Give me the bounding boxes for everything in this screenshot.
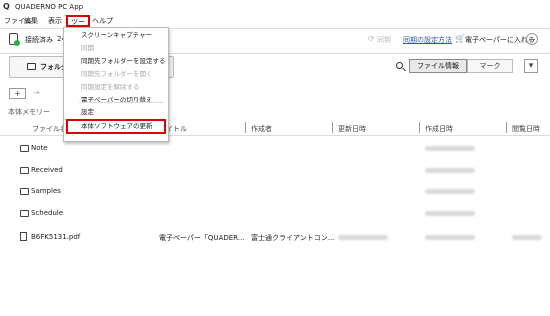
connection-status: 接続済み	[25, 36, 53, 44]
list-item[interactable]: Note	[31, 144, 48, 152]
menu-item-open-sync-folder[interactable]: 同期先フォルダーを開く	[81, 70, 153, 78]
column-created[interactable]: 作成日時	[425, 124, 453, 134]
minus-circle-icon[interactable]	[526, 33, 538, 45]
filter-icon[interactable]: ▾	[524, 59, 538, 73]
blurred-date	[425, 235, 475, 240]
menu-item-set-sync-folder[interactable]: 同期先フォルダーを設定する	[81, 57, 166, 65]
sync-settings-link[interactable]: 同期の設定方法	[403, 35, 452, 45]
sync-icon: ⟳	[368, 34, 375, 43]
blurred-date	[425, 189, 475, 194]
row-author: 富士通クライアントコン...	[251, 234, 335, 242]
folder-icon	[20, 210, 29, 217]
folder-icon	[27, 63, 36, 70]
window-title: QUADERNO PC App	[15, 3, 84, 11]
menu-item-sync[interactable]: 同期	[81, 44, 94, 52]
menu-item-settings[interactable]: 設定	[81, 108, 94, 116]
search-icon[interactable]	[396, 62, 406, 72]
sync-button[interactable]: 同期	[377, 35, 391, 45]
tab-mark[interactable]: マーク	[467, 59, 513, 73]
menu-help[interactable]: ヘルプ	[92, 16, 113, 26]
app-logo-icon: Q	[3, 2, 10, 11]
menu-item-remove-sync[interactable]: 同期設定を解除する	[81, 83, 140, 91]
storage-label: 本体メモリー	[8, 108, 50, 116]
blurred-date	[338, 235, 388, 240]
blurred-date	[512, 235, 542, 240]
export-icon[interactable]: ⇥	[33, 88, 40, 97]
add-to-paper-button[interactable]: 電子ペーパーに入れる	[465, 35, 535, 45]
menu-item-update-software[interactable]: 本体ソフトウェアの更新	[81, 122, 153, 130]
column-divider[interactable]	[506, 122, 507, 133]
new-folder-icon[interactable]: +	[9, 88, 26, 99]
column-divider[interactable]	[419, 122, 420, 133]
pdf-file-icon	[20, 232, 27, 241]
folder-icon	[20, 167, 29, 174]
column-viewed[interactable]: 閲覧日時	[512, 124, 540, 134]
list-item[interactable]: Samples	[31, 187, 61, 195]
list-item[interactable]: Received	[31, 166, 63, 174]
blurred-date	[425, 168, 475, 173]
tab-file-info[interactable]: ファイル情報	[409, 59, 467, 73]
column-updated[interactable]: 更新日時	[338, 124, 366, 134]
menu-separator	[79, 102, 164, 103]
list-item[interactable]: B6FK5131.pdf	[31, 233, 80, 241]
column-divider[interactable]	[332, 122, 333, 133]
row-title: 電子ペーパー「QUADER...	[159, 234, 245, 242]
cart-icon: 🛒	[455, 34, 465, 43]
menu-edit[interactable]: 編集	[24, 16, 38, 26]
blurred-date	[425, 211, 475, 216]
column-divider[interactable]	[245, 122, 246, 133]
folder-icon	[20, 145, 29, 152]
menu-tools[interactable]: ツール	[66, 15, 90, 37]
folder-icon	[20, 188, 29, 195]
menu-view[interactable]: 表示	[48, 16, 62, 26]
column-filename[interactable]: ファイル名	[32, 124, 67, 134]
blurred-date	[425, 146, 475, 151]
menu-item-screen-capture[interactable]: スクリーンキャプチャー	[81, 31, 152, 39]
list-item[interactable]: Schedule	[31, 209, 63, 217]
connected-status-dot	[14, 40, 20, 46]
column-author[interactable]: 作成者	[251, 124, 272, 134]
menu-bar: ファイル 編集 表示 ツール ヘルプ	[0, 14, 550, 37]
